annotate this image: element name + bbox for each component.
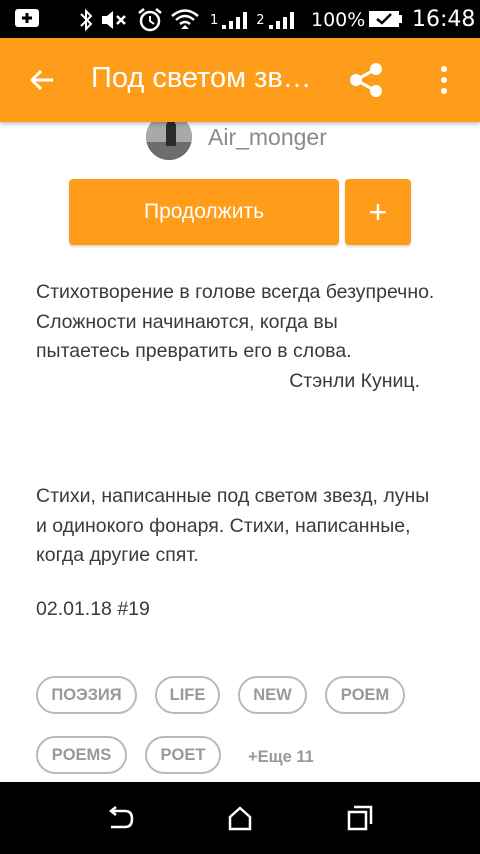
share-button[interactable] <box>342 56 390 104</box>
page-title: Под светом звезд, луны и одинокого фонар… <box>91 62 323 94</box>
back-nav-icon <box>108 806 134 829</box>
tag-poet[interactable]: POET <box>145 736 221 774</box>
battery-icon <box>369 11 402 27</box>
system-nav-bar <box>0 782 480 854</box>
author-row[interactable]: Air_monger <box>146 122 327 160</box>
continue-reading-button[interactable]: Продолжить <box>69 179 339 245</box>
arrow-back-icon <box>29 69 53 91</box>
add-to-library-button[interactable]: + <box>345 179 411 245</box>
tag-poem[interactable]: POEM <box>325 676 405 714</box>
tag-new[interactable]: NEW <box>238 676 307 714</box>
signal-icon <box>222 12 248 29</box>
story-content: Air_monger Продолжить + Стихотворение в … <box>0 122 480 782</box>
battery-percent: 100% <box>311 9 366 31</box>
home-nav-icon <box>228 806 252 831</box>
signal-2-label: 2 <box>256 12 265 28</box>
back-button[interactable] <box>20 58 64 102</box>
signal-icon <box>268 12 294 29</box>
signal-1-label: 1 <box>210 12 219 28</box>
nav-home-button[interactable] <box>212 796 268 840</box>
nav-back-button[interactable] <box>92 796 148 840</box>
nav-recents-button[interactable] <box>332 796 388 840</box>
quote-author: Стэнли Куниц. <box>289 369 420 392</box>
more-tags-link[interactable]: +Еще 11 <box>248 748 314 767</box>
wifi-icon <box>171 9 199 29</box>
more-options-button[interactable] <box>424 56 464 104</box>
clock: 16:48 <box>412 7 476 32</box>
recents-nav-icon <box>347 805 373 831</box>
avatar-image <box>146 122 192 160</box>
author-name[interactable]: Air_monger <box>208 124 327 151</box>
date-part: 02.01.18 #19 <box>36 598 150 620</box>
add-box-icon <box>15 9 39 27</box>
alarm-icon <box>138 8 162 32</box>
mute-icon <box>102 11 126 29</box>
more-vert-icon <box>441 66 447 94</box>
app-bar: Под светом звезд, луны и одинокого фонар… <box>0 38 480 122</box>
status-bar: 1 2 100% 16:48 <box>0 0 480 38</box>
story-description: Стихотворение в голове всегда безупречно… <box>36 278 436 396</box>
quote-text: Стихотворение в голове всегда безупречно… <box>36 281 435 362</box>
tag-life[interactable]: LIFE <box>155 676 220 714</box>
tag-poems[interactable]: POEMS <box>36 736 127 774</box>
share-icon <box>350 63 382 97</box>
bluetooth-icon <box>80 8 93 32</box>
plus-icon: + <box>368 194 388 230</box>
avatar[interactable] <box>146 122 192 160</box>
tag-poetry[interactable]: ПОЭЗИЯ <box>36 676 137 714</box>
description-paragraph: Стихи, написанные под светом звезд, луны… <box>36 485 430 566</box>
